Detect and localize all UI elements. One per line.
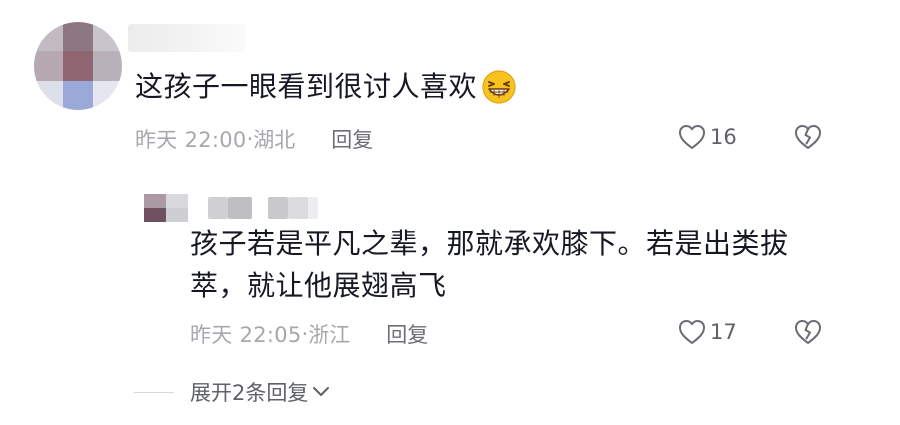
reply-text: 孩子若是平凡之辈，那就承欢膝下。若是出类拔萃，就让他展翅高飞 [190, 227, 789, 302]
heart-icon [679, 125, 705, 149]
reply-avatar[interactable] [144, 194, 188, 222]
avatar[interactable] [34, 22, 122, 110]
reply-time: 昨天 22:05 [190, 323, 302, 347]
reply-author-name-blurred [288, 197, 308, 219]
comment-body: 这孩子一眼看到很讨人喜欢 [135, 70, 478, 103]
reply-button[interactable]: 回复 [386, 319, 428, 349]
like-button[interactable]: 16 [678, 124, 737, 150]
comment-meta: 昨天 22:00 · 湖北 回复 [135, 124, 373, 154]
broken-heart-icon[interactable] [794, 124, 822, 150]
broken-heart-icon[interactable] [794, 319, 822, 345]
comment-time: 昨天 22:00 [135, 128, 247, 152]
reply-meta: 昨天 22:05 · 浙江 回复 [190, 319, 428, 349]
expand-replies-label: 展开2条回复 [190, 381, 309, 405]
comment-location: 湖北 [253, 128, 296, 152]
grinning-squint-emoji-icon [482, 70, 516, 104]
reply-location: 浙江 [308, 323, 351, 347]
reply-author[interactable] [144, 194, 318, 222]
like-count: 16 [710, 125, 737, 149]
reply-author-name-blurred [228, 197, 252, 219]
expand-replies-button[interactable]: 展开2条回复 [190, 377, 330, 407]
reply-author-name-blurred [208, 197, 228, 219]
heart-icon [679, 320, 705, 344]
divider [134, 392, 174, 393]
reply-author-name-blurred [308, 197, 318, 219]
reply-button[interactable]: 回复 [331, 124, 373, 154]
like-count: 17 [710, 320, 737, 344]
reply-author-name-blurred [268, 197, 288, 219]
like-button[interactable]: 17 [678, 319, 737, 345]
author-name-blurred[interactable] [128, 24, 246, 52]
chevron-down-icon [313, 387, 330, 396]
meta-separator: · [246, 127, 254, 151]
comment-text: 这孩子一眼看到很讨人喜欢 [135, 68, 517, 106]
meta-separator: · [301, 322, 309, 346]
